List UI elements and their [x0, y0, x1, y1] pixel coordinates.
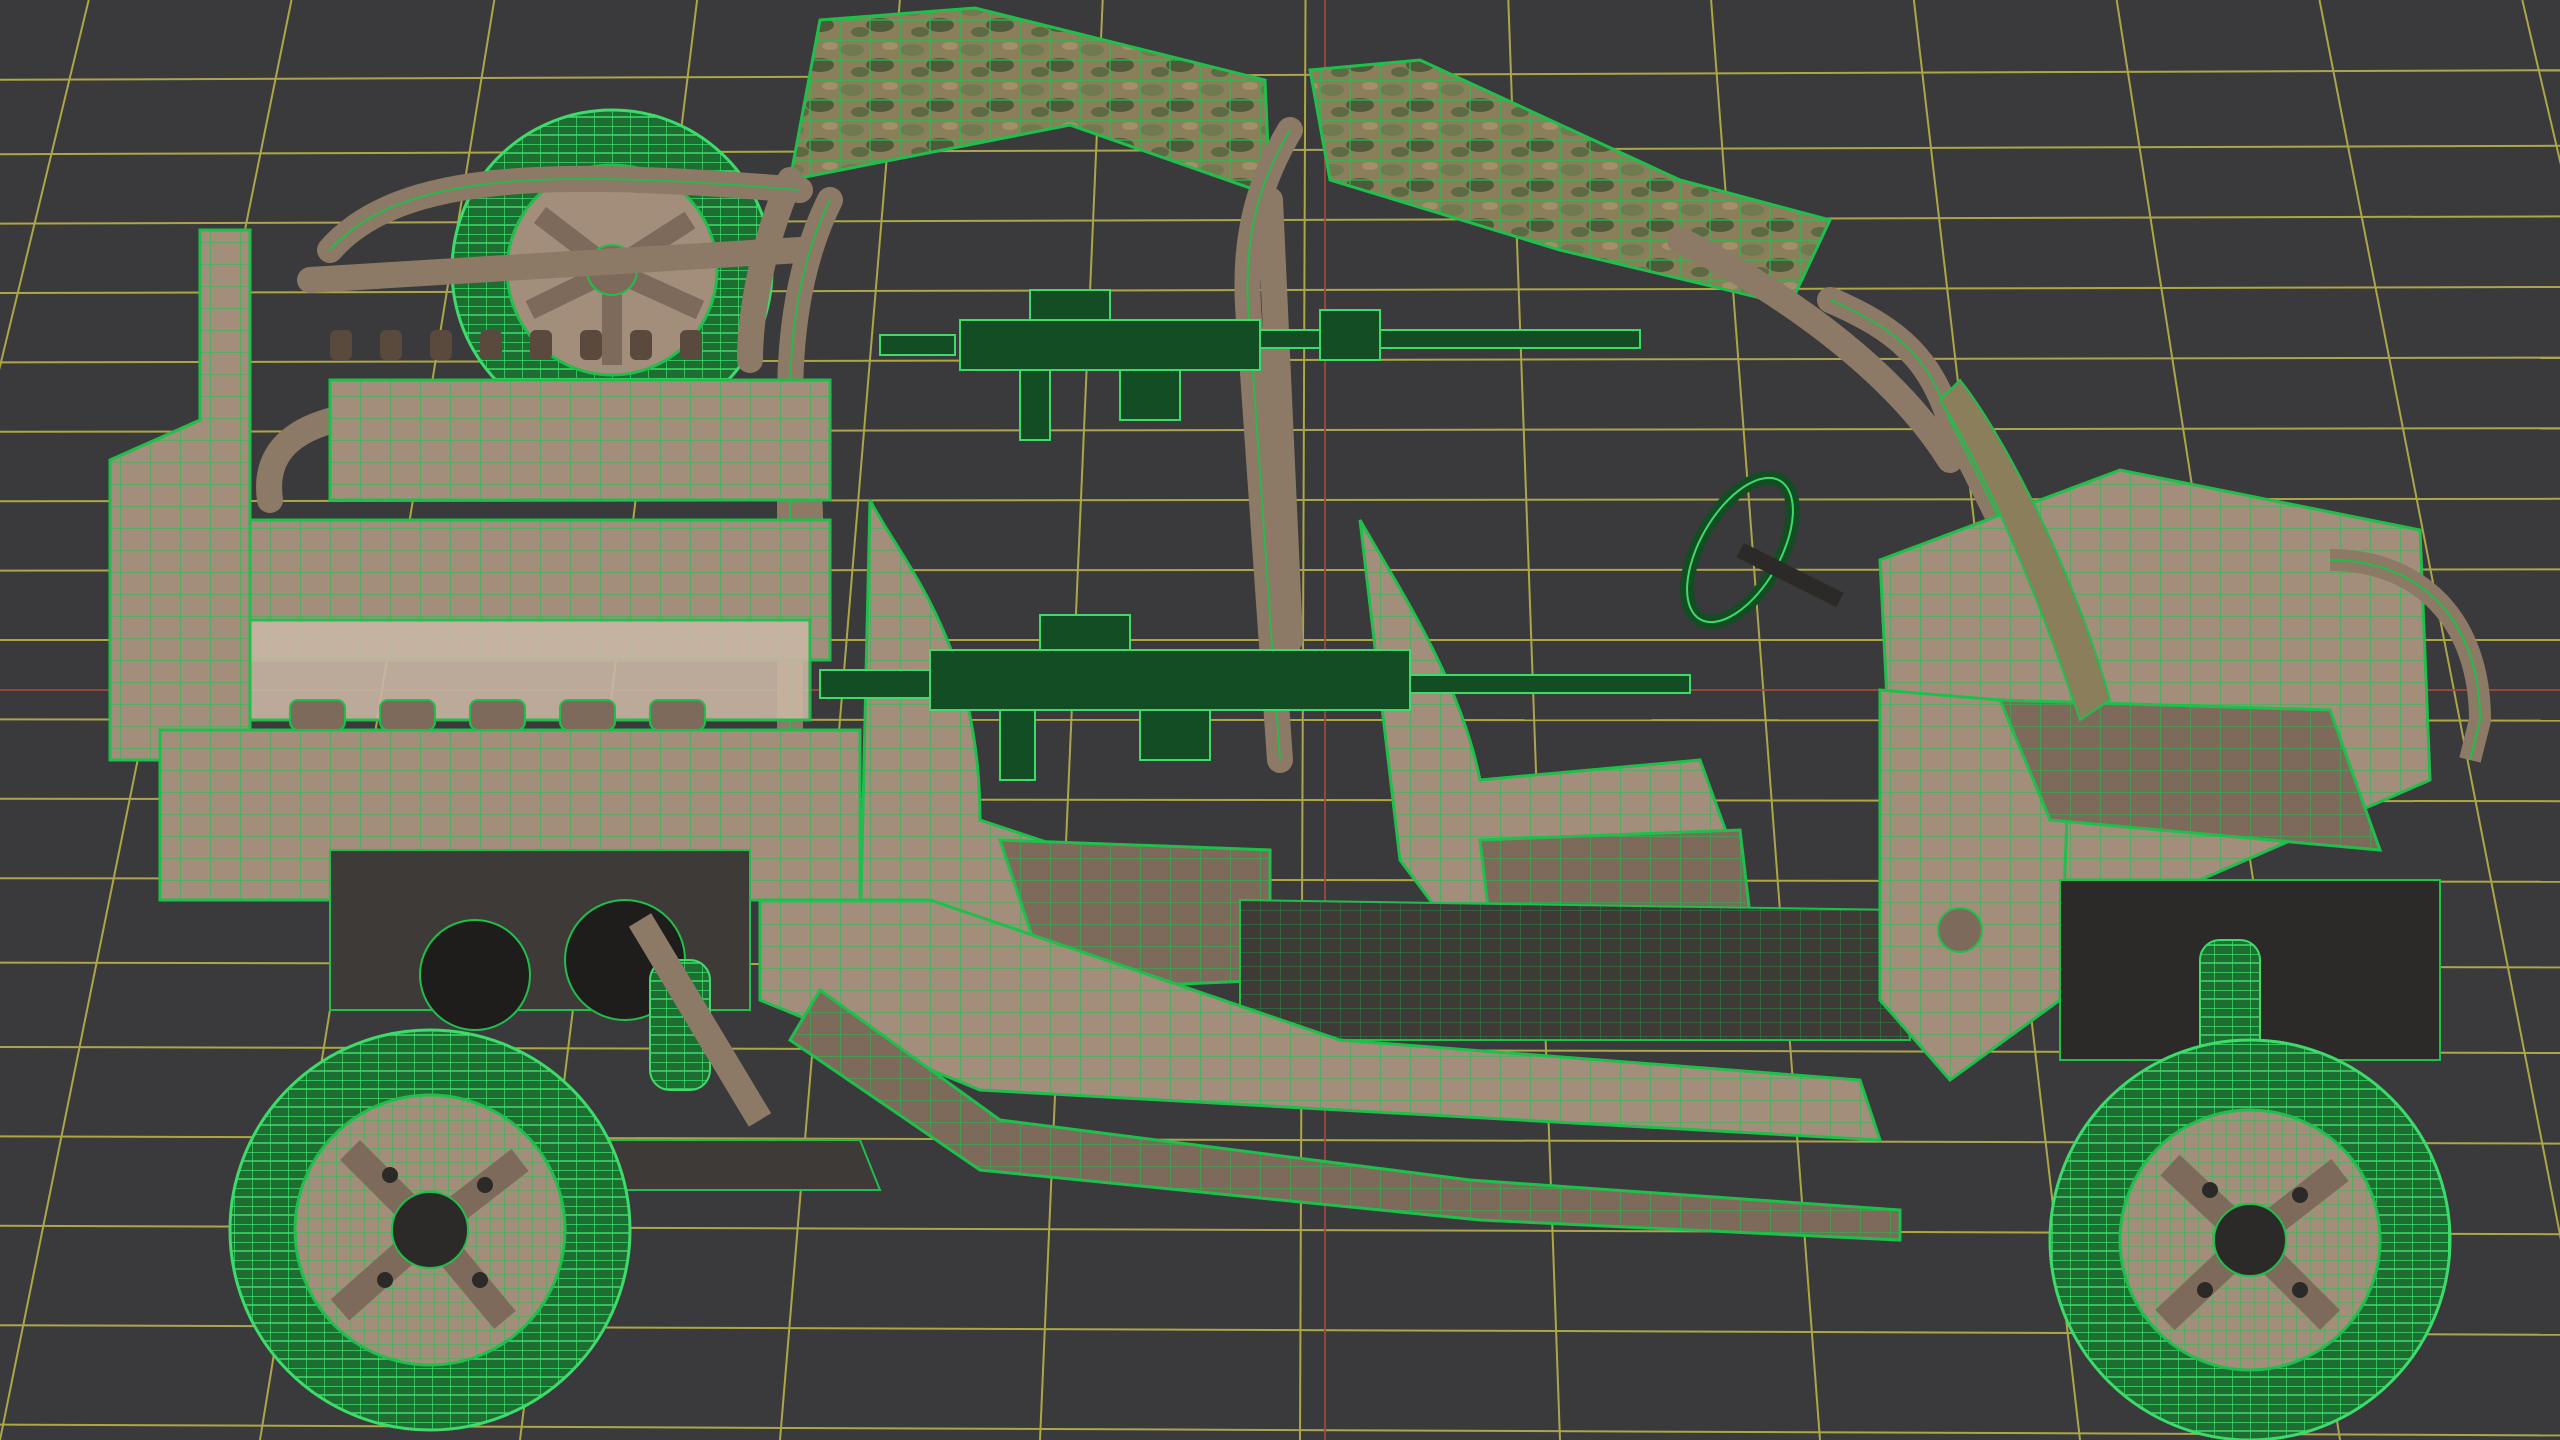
rear-wheel: [228, 1028, 632, 1432]
viewport-canvas[interactable]: [0, 0, 2560, 1440]
3d-viewport[interactable]: [0, 0, 2560, 1440]
floor-pan: [1239, 898, 1912, 1041]
front-wheel: [2048, 1038, 2452, 1440]
